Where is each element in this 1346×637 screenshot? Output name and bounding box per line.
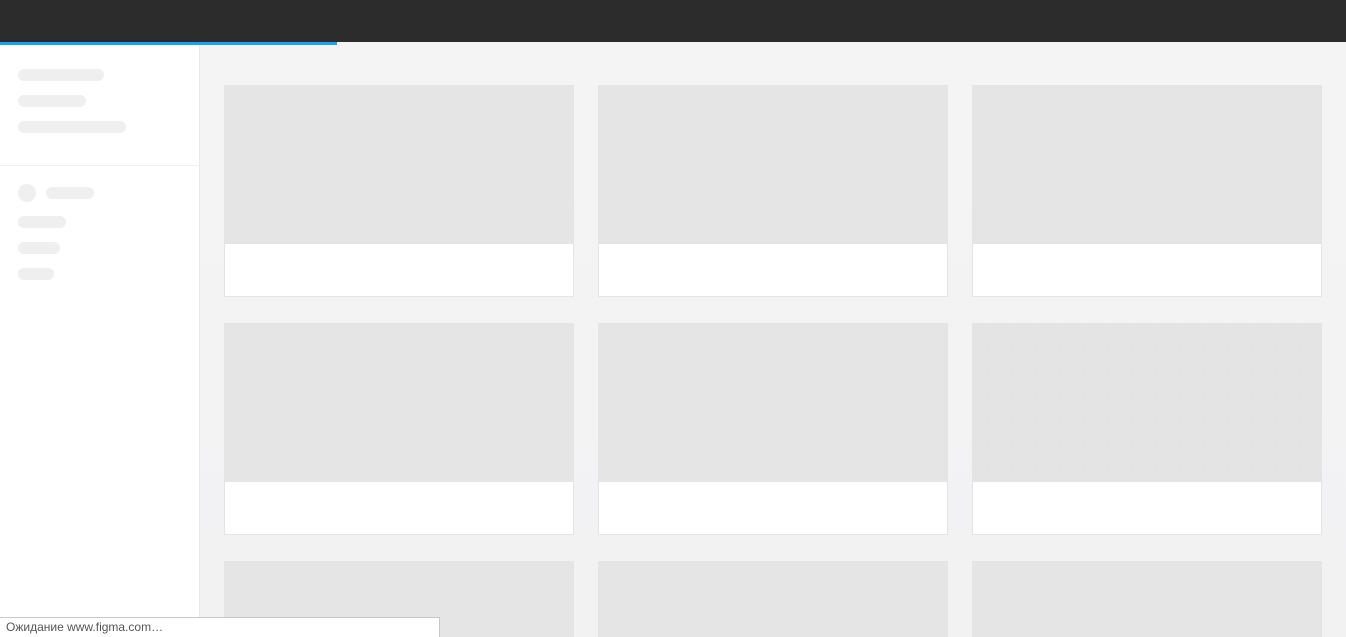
top-bar — [0, 0, 1346, 42]
file-grid — [224, 85, 1322, 637]
file-card[interactable] — [598, 85, 948, 297]
file-card-footer — [599, 482, 947, 534]
file-card-footer — [599, 244, 947, 296]
file-thumbnail — [599, 324, 947, 482]
file-card[interactable] — [972, 323, 1322, 535]
file-thumbnail — [599, 86, 947, 244]
file-card[interactable] — [224, 85, 574, 297]
file-card-footer — [225, 244, 573, 296]
file-thumbnail — [225, 86, 573, 244]
file-card[interactable] — [972, 85, 1322, 297]
sidebar-skeleton-line — [18, 121, 126, 133]
sidebar-skeleton-line — [18, 95, 86, 107]
sidebar-skeleton-line — [18, 69, 104, 81]
file-card-footer — [225, 482, 573, 534]
file-thumbnail — [225, 324, 573, 482]
sidebar-section-top — [0, 69, 199, 165]
sidebar-section-bottom — [0, 165, 199, 298]
sidebar-skeleton-line — [18, 268, 54, 280]
file-card[interactable] — [598, 323, 948, 535]
sidebar-skeleton-row — [18, 184, 181, 202]
sidebar-skeleton-line — [46, 187, 94, 199]
loading-progress-track — [0, 42, 1346, 45]
file-thumbnail — [599, 562, 947, 637]
loading-progress-fill — [0, 42, 337, 45]
file-card[interactable] — [598, 561, 948, 637]
file-card[interactable] — [972, 561, 1322, 637]
main-layout — [0, 45, 1346, 637]
file-thumbnail — [973, 86, 1321, 244]
sidebar — [0, 45, 200, 637]
file-card-footer — [973, 482, 1321, 534]
sidebar-skeleton-line — [18, 242, 60, 254]
browser-status-bar: Ожидание www.figma.com… — [0, 617, 440, 637]
status-text: Ожидание www.figma.com… — [6, 620, 163, 634]
avatar-skeleton — [18, 184, 36, 202]
sidebar-skeleton-line — [18, 216, 66, 228]
file-thumbnail — [973, 324, 1321, 482]
file-thumbnail — [973, 562, 1321, 637]
file-card-footer — [973, 244, 1321, 296]
content-area — [200, 45, 1346, 637]
file-card[interactable] — [224, 323, 574, 535]
